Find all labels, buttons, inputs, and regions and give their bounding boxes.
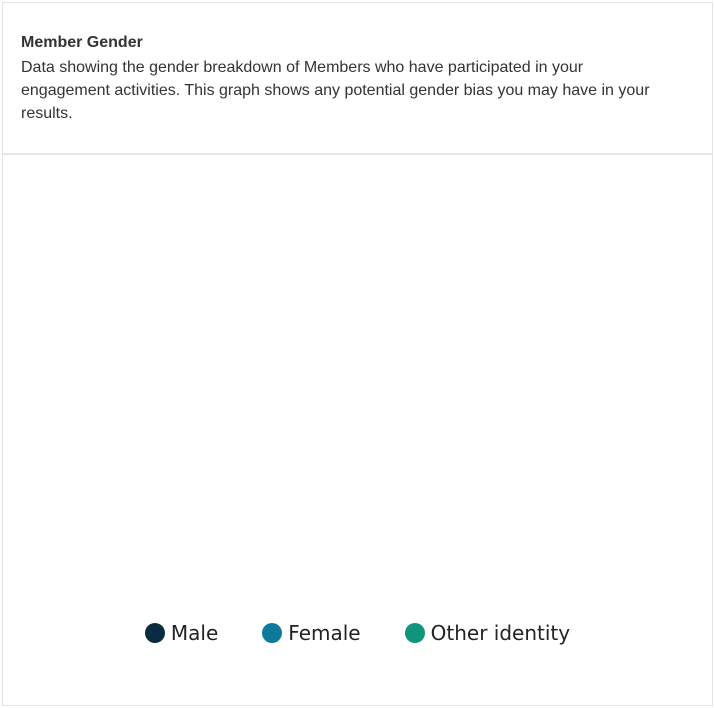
card-title: Member Gender (21, 34, 143, 51)
member-gender-card: Member Gender Data showing the gender br… (2, 2, 713, 706)
legend-item[interactable]: Other identity (404, 621, 571, 645)
legend-swatch (404, 623, 425, 643)
legend-label: Male (170, 621, 219, 645)
card-description: Data showing the gender breakdown of Mem… (21, 59, 650, 122)
legend-swatch (144, 623, 165, 643)
chart-legend: Male Female Other identity (3, 615, 712, 651)
card-header: Member Gender Data showing the gender br… (3, 3, 712, 155)
legend-swatch (262, 623, 283, 643)
legend-item[interactable]: Male (144, 621, 219, 645)
gender-pie-chart (3, 157, 714, 597)
chart-area (3, 157, 712, 597)
legend-item[interactable]: Female (262, 621, 361, 645)
legend-label: Female (288, 621, 361, 645)
legend-label: Other identity (430, 621, 571, 645)
